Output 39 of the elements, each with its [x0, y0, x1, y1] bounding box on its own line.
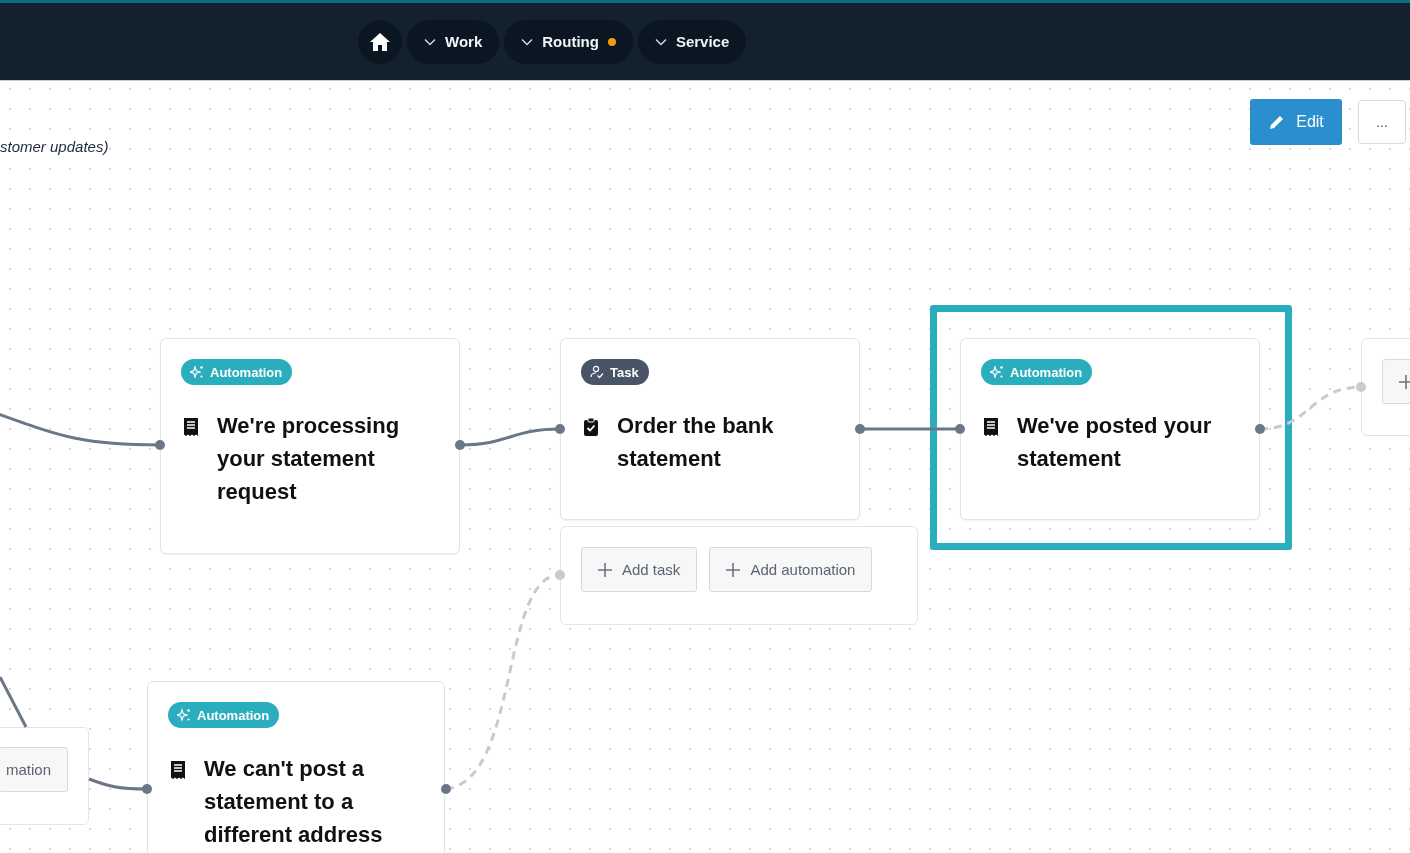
step-title: We can't post a statement to a different address — [204, 755, 384, 849]
chevron-down-icon — [424, 37, 436, 46]
sparkle-icon — [990, 365, 1004, 379]
step-type-badge: Automation — [181, 359, 293, 385]
plus-icon — [726, 562, 741, 577]
step-type-badge: Task — [581, 359, 649, 385]
add-step-button[interactable]: Add automation — [709, 547, 873, 592]
step-type-badge: Automation — [981, 359, 1093, 385]
sparkle-icon — [190, 365, 204, 379]
nav-menu-button[interactable]: Work — [407, 19, 500, 64]
chevron-down-icon — [521, 37, 534, 46]
flow-step-card[interactable]: Automation We're processing your statement request — [160, 338, 460, 554]
person-check-icon — [590, 365, 604, 379]
plus-icon — [598, 562, 612, 577]
more-options-button[interactable]: ... — [1358, 100, 1406, 144]
sparkle-icon — [177, 708, 191, 722]
flow-caption: stomer updates) — [0, 138, 109, 155]
step-title: We're processing your statement request — [217, 412, 401, 506]
step-type-badge: Automation — [168, 702, 280, 728]
chevron-down-icon — [654, 37, 667, 46]
add-step-button[interactable]: Add task — [581, 547, 698, 592]
home-button[interactable] — [358, 19, 402, 64]
nav-menu-button[interactable]: Routing — [504, 19, 633, 64]
home-icon — [369, 31, 391, 52]
flow-step-card[interactable]: Automation We've posted your statement — [960, 338, 1260, 520]
receipt-icon — [983, 417, 999, 437]
connector — [88, 777, 152, 794]
step-title: Order the bank statement — [617, 412, 775, 473]
edit-button[interactable]: Edit — [1250, 99, 1342, 145]
clipboard-check-icon — [583, 417, 599, 437]
nav-menu-button[interactable]: Service — [637, 19, 747, 64]
plus-icon — [1399, 374, 1410, 389]
flow-step-card[interactable]: Task Order the bank statement — [560, 338, 860, 520]
step-title: We've posted your statement — [1017, 412, 1213, 473]
connector — [0, 676, 28, 728]
cut-off-add-button[interactable]: mation — [0, 747, 68, 792]
receipt-icon — [170, 760, 186, 780]
flow-step-card[interactable]: Automation We can't post a statement to a different address — [147, 681, 445, 853]
receipt-icon — [183, 417, 199, 437]
